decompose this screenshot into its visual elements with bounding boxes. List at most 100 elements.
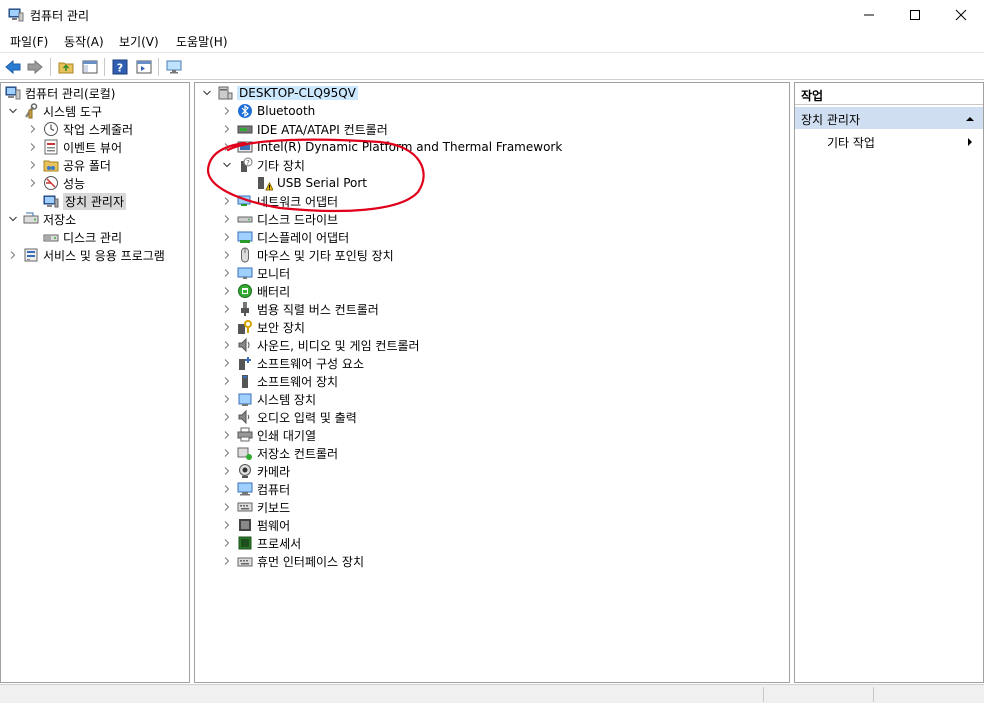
chevron-right-icon[interactable] (27, 177, 39, 189)
tree-item-performance[interactable]: 성능 (27, 174, 85, 192)
device-category-monitors[interactable]: 모니터 (221, 264, 290, 282)
chevron-right-icon[interactable] (221, 285, 233, 297)
chevron-down-icon[interactable] (7, 105, 19, 117)
chevron-right-icon[interactable] (221, 231, 233, 243)
software-device-icon (237, 373, 253, 389)
device-category-software-components[interactable]: 소프트웨어 구성 요소 (221, 354, 364, 372)
device-usb-serial-port[interactable]: USB Serial Port (257, 174, 367, 192)
tree-root[interactable]: 컴퓨터 관리(로컬) (5, 84, 115, 102)
chevron-right-icon[interactable] (221, 501, 233, 513)
chevron-right-icon[interactable] (221, 105, 233, 117)
tree-item-services-apps[interactable]: 서비스 및 응용 프로그램 (7, 246, 165, 264)
device-category-processors[interactable]: 프로세서 (221, 534, 301, 552)
device-category-disk-drives[interactable]: 디스크 드라이브 (221, 210, 338, 228)
device-category-usb-controllers[interactable]: 범용 직렬 버스 컨트롤러 (221, 300, 379, 318)
chevron-right-icon[interactable] (221, 213, 233, 225)
chevron-right-icon[interactable] (27, 123, 39, 135)
device-category-print-queues[interactable]: 인쇄 대기열 (221, 426, 316, 444)
monitor-icon[interactable] (164, 57, 184, 77)
device-category-sound-video-game[interactable]: 사운드, 비디오 및 게임 컨트롤러 (221, 336, 420, 354)
close-button[interactable] (938, 0, 984, 30)
chevron-right-icon[interactable] (221, 267, 233, 279)
device-category-mice[interactable]: 마우스 및 기타 포인팅 장치 (221, 246, 394, 264)
chevron-right-icon[interactable] (221, 411, 233, 423)
warning-device-icon (257, 175, 273, 191)
chevron-right-icon[interactable] (221, 321, 233, 333)
device-category-security-devices[interactable]: 보안 장치 (221, 318, 305, 336)
menu-file[interactable]: 파일(F) (10, 33, 48, 50)
device-category-display-adapters[interactable]: 디스플레이 어댑터 (221, 228, 349, 246)
network-adapter-icon (237, 193, 253, 209)
up-folder-icon[interactable] (56, 57, 76, 77)
collapse-up-icon[interactable] (965, 113, 975, 127)
chevron-right-icon[interactable] (221, 195, 233, 207)
back-icon[interactable] (3, 57, 23, 77)
chevron-right-icon[interactable] (27, 159, 39, 171)
chevron-right-icon[interactable] (221, 483, 233, 495)
menu-action[interactable]: 동작(A) (64, 33, 104, 50)
chevron-down-icon[interactable] (221, 159, 233, 171)
chevron-right-icon[interactable] (221, 465, 233, 477)
tree-item-storage[interactable]: 저장소 (7, 210, 76, 228)
tree-item-system-tools[interactable]: 시스템 도구 (7, 102, 102, 120)
chevron-right-icon[interactable] (221, 519, 233, 531)
device-category-other-devices[interactable]: ? 기타 장치 (221, 156, 305, 174)
chevron-right-icon[interactable] (221, 447, 233, 459)
chevron-right-icon[interactable] (221, 393, 233, 405)
clock-icon (43, 121, 59, 137)
device-category-firmware[interactable]: 펌웨어 (221, 516, 290, 534)
device-category-label: 보안 장치 (257, 320, 305, 335)
chevron-right-icon[interactable] (221, 303, 233, 315)
help-icon[interactable]: ? (110, 57, 130, 77)
thermal-framework-icon (237, 139, 253, 155)
processor-icon (237, 535, 253, 551)
tree-item-device-manager[interactable]: 장치 관리자 (43, 192, 127, 210)
device-category-intel-dptf[interactable]: Intel(R) Dynamic Platform and Thermal Fr… (221, 138, 562, 156)
device-category-network-adapters[interactable]: 네트워크 어댑터 (221, 192, 338, 210)
show-hide-console-tree-icon[interactable] (80, 57, 100, 77)
device-category-cameras[interactable]: 카메라 (221, 462, 290, 480)
status-bar (0, 684, 984, 703)
device-category-label: Bluetooth (257, 104, 316, 118)
chevron-right-icon[interactable] (221, 123, 233, 135)
chevron-right-icon[interactable] (221, 375, 233, 387)
device-category-audio-io[interactable]: 오디오 입력 및 출력 (221, 408, 357, 426)
device-category-system-devices[interactable]: 시스템 장치 (221, 390, 316, 408)
show-hide-action-pane-icon[interactable] (134, 57, 154, 77)
tree-label: 저장소 (43, 212, 77, 227)
actions-section-device-manager[interactable]: 장치 관리자 (795, 107, 983, 129)
computer-icon (237, 481, 253, 497)
device-category-storage-controllers[interactable]: 저장소 컨트롤러 (221, 444, 338, 462)
tree-item-event-viewer[interactable]: 이벤트 뷰어 (27, 138, 122, 156)
chevron-right-icon[interactable] (221, 249, 233, 261)
tree-item-disk-management[interactable]: 디스크 관리 (43, 228, 122, 246)
chevron-right-icon[interactable] (7, 249, 19, 261)
chevron-right-icon[interactable] (221, 537, 233, 549)
chevron-right-icon[interactable] (27, 141, 39, 153)
device-category-hid[interactable]: 휴먼 인터페이스 장치 (221, 552, 364, 570)
tree-item-shared-folders[interactable]: 공유 폴더 (27, 156, 111, 174)
chevron-down-icon[interactable] (201, 87, 213, 99)
battery-icon (237, 283, 253, 299)
actions-more-actions[interactable]: 기타 작업 (827, 134, 977, 151)
menu-view[interactable]: 보기(V) (119, 33, 159, 50)
device-category-batteries[interactable]: 배터리 (221, 282, 290, 300)
chevron-right-icon[interactable] (221, 429, 233, 441)
device-category-ide-ata-atapi[interactable]: IDE ATA/ATAPI 컨트롤러 (221, 120, 388, 138)
tree-item-task-scheduler[interactable]: 작업 스케줄러 (27, 120, 133, 138)
device-category-keyboards[interactable]: 키보드 (221, 498, 290, 516)
device-category-software-devices[interactable]: 소프트웨어 장치 (221, 372, 338, 390)
chevron-right-icon[interactable] (221, 357, 233, 369)
computer-management-icon (5, 85, 21, 101)
maximize-button[interactable] (892, 0, 938, 30)
menu-help[interactable]: 도움말(H) (176, 33, 228, 50)
chevron-right-icon[interactable] (221, 141, 233, 153)
device-root[interactable]: DESKTOP-CLQ95QV (201, 84, 358, 102)
chevron-right-icon[interactable] (221, 555, 233, 567)
chevron-down-icon[interactable] (7, 213, 19, 225)
device-category-bluetooth[interactable]: Bluetooth (221, 102, 315, 120)
device-category-computer[interactable]: 컴퓨터 (221, 480, 290, 498)
chevron-right-icon[interactable] (221, 339, 233, 351)
minimize-button[interactable] (846, 0, 892, 30)
forward-icon[interactable] (25, 57, 45, 77)
